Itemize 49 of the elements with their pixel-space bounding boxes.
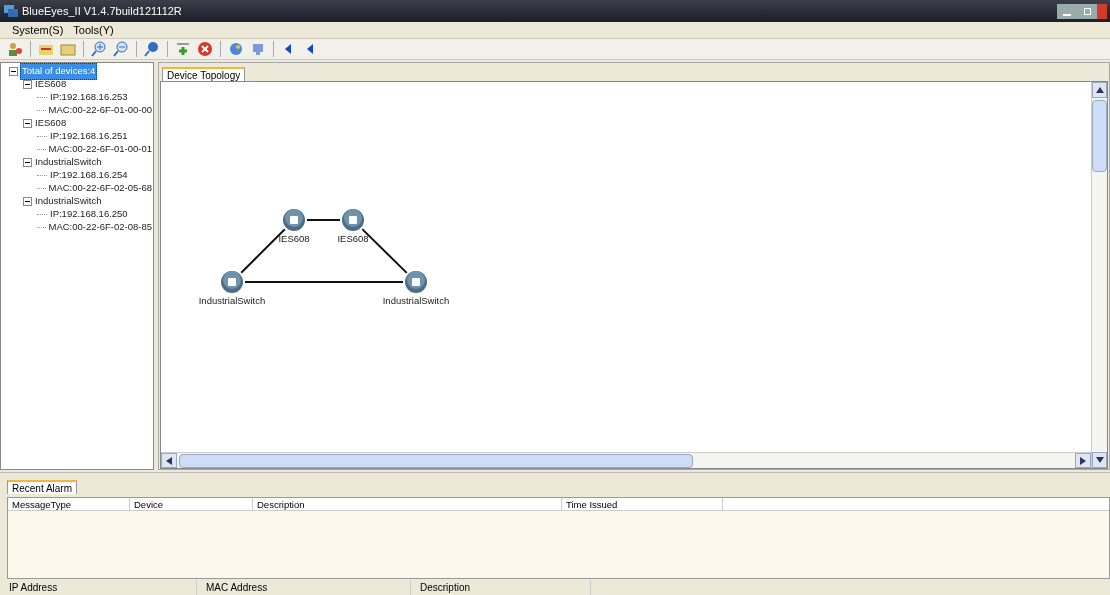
- tree-item[interactable]: IES608: [34, 116, 68, 131]
- tree-item[interactable]: IndustrialSwitch: [34, 194, 103, 209]
- tree-item[interactable]: IES608: [34, 77, 68, 92]
- tab[interactable]: Recent Alarm: [7, 480, 78, 494]
- node-label: IES608: [278, 232, 310, 246]
- horizontal-scrollbar[interactable]: [161, 452, 1091, 468]
- switch-node-icon[interactable]: [220, 270, 244, 294]
- minimize-button[interactable]: [1057, 3, 1077, 19]
- collapse-icon[interactable]: [9, 67, 18, 76]
- switch-node-icon[interactable]: [282, 208, 306, 232]
- link-line: [306, 219, 341, 221]
- window-title: BlueEyes_II V1.4.7build121112R: [22, 3, 182, 19]
- menu-item[interactable]: Tools(Y): [73, 21, 114, 39]
- status-bar-field: IP Address: [0, 579, 197, 595]
- node-label: IndustrialSwitch: [198, 294, 266, 308]
- collapse-icon[interactable]: [23, 80, 32, 89]
- scroll-thumb[interactable]: [1092, 100, 1107, 172]
- tree-item[interactable]: IP:192.168.16.254: [49, 168, 129, 183]
- tree-item[interactable]: IP:192.168.16.250: [49, 207, 129, 222]
- collapse-icon[interactable]: [23, 197, 32, 206]
- tree-item[interactable]: MAC:00-22-6F-01-00-00: [47, 103, 153, 118]
- node-label: IndustrialSwitch: [382, 294, 450, 308]
- collapse-icon[interactable]: [23, 158, 32, 167]
- scroll-right-icon[interactable]: [1075, 453, 1091, 468]
- scroll-thumb[interactable]: [179, 453, 693, 468]
- tree-item[interactable]: MAC:00-22-6F-02-05-68: [47, 181, 153, 196]
- tree-item[interactable]: IP:192.168.16.251: [49, 129, 129, 144]
- switch-node-icon[interactable]: [341, 208, 365, 232]
- column-header[interactable]: Time Issued: [562, 498, 723, 510]
- node-label: IES608: [337, 232, 369, 246]
- scroll-down-icon[interactable]: [1092, 452, 1107, 468]
- tab[interactable]: Device Topology: [162, 67, 246, 81]
- app-icon: [3, 4, 19, 18]
- tree-item[interactable]: IP:192.168.16.253: [49, 90, 129, 105]
- vertical-scrollbar[interactable]: [1091, 82, 1107, 468]
- tree-item[interactable]: MAC:00-22-6F-02-08-85: [47, 220, 153, 235]
- scroll-up-icon[interactable]: [1092, 82, 1107, 98]
- switch-node-icon[interactable]: [404, 270, 428, 294]
- column-header[interactable]: MessageType: [8, 498, 130, 510]
- column-header[interactable]: Description: [253, 498, 562, 510]
- tree-item[interactable]: IndustrialSwitch: [34, 155, 103, 170]
- status-bar-field: MAC Address: [197, 579, 411, 595]
- status-bar-field: Description: [411, 579, 591, 595]
- tree-item[interactable]: MAC:00-22-6F-01-00-01: [47, 142, 153, 157]
- column-header[interactable]: Device: [130, 498, 253, 510]
- menu-item[interactable]: System(S): [12, 21, 64, 39]
- scroll-left-icon[interactable]: [161, 453, 177, 468]
- collapse-icon[interactable]: [23, 119, 32, 128]
- restore-button[interactable]: [1077, 3, 1097, 19]
